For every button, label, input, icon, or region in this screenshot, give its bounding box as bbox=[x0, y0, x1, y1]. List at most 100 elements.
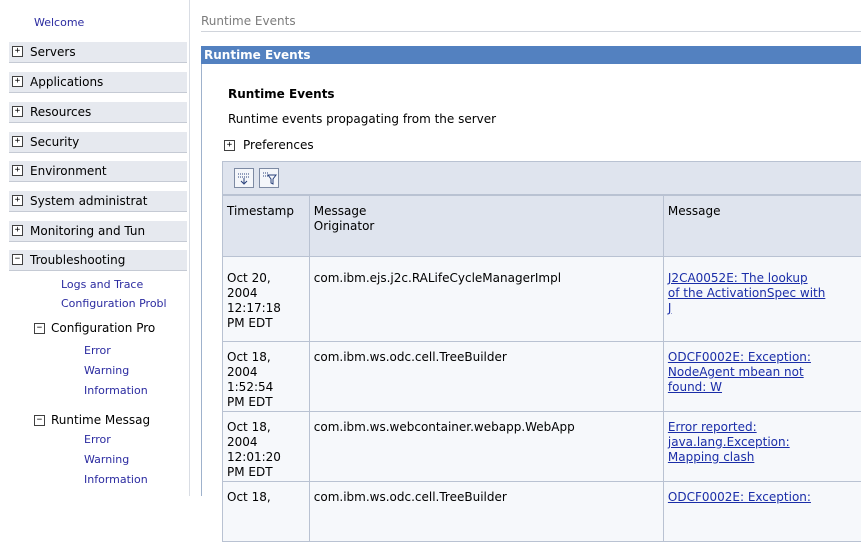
nav-security[interactable]: + Security bbox=[9, 131, 187, 153]
nav-label: Resources bbox=[30, 105, 91, 119]
timestamp-text: 1:52:54 bbox=[227, 380, 305, 395]
timestamp-text: 12:01:20 bbox=[227, 450, 305, 465]
nav-configuration-problems[interactable]: Configuration Probl bbox=[61, 297, 167, 310]
table-row: Oct 18, com.ibm.ws.odc.cell.TreeBuilder … bbox=[223, 482, 861, 542]
message-text: J2CA0052E: The lookup bbox=[668, 271, 808, 285]
expand-icon[interactable]: + bbox=[12, 225, 23, 236]
nav-label: Environment bbox=[30, 164, 107, 178]
message-text: ODCF0002E: Exception: bbox=[668, 490, 811, 504]
originator-cell: com.ibm.ws.odc.cell.TreeBuilder bbox=[309, 342, 663, 412]
column-header-message[interactable]: Message bbox=[663, 196, 861, 257]
originator-cell: com.ibm.ejs.j2c.RALifeCycleManagerImpl bbox=[309, 257, 663, 342]
header-label: Timestamp bbox=[223, 196, 309, 219]
timestamp-text: Oct 20, bbox=[227, 271, 305, 286]
message-cell: J2CA0052E: The lookupof the ActivationSp… bbox=[663, 257, 861, 342]
nav-runtime-information[interactable]: Information bbox=[84, 473, 148, 486]
nav-runtime-error[interactable]: Error bbox=[84, 433, 111, 446]
nav-servers[interactable]: + Servers bbox=[9, 41, 187, 63]
nav-runtime-warning[interactable]: Warning bbox=[84, 453, 129, 466]
panel-title-bar: Runtime Events bbox=[201, 46, 861, 64]
originator-text: com.ibm.ws.odc.cell.TreeBuilder bbox=[310, 482, 663, 505]
runtime-events-table: Timestamp MessageOriginator Message Oct … bbox=[222, 195, 861, 542]
message-text: of the ActivationSpec with bbox=[668, 286, 825, 300]
group-label: Configuration Pro bbox=[51, 321, 155, 335]
timestamp-text: Oct 18, bbox=[227, 350, 305, 365]
table-row: Oct 20, 2004 12:17:18 PM EDT com.ibm.ejs… bbox=[223, 257, 861, 342]
message-cell: ODCF0002E: Exception:NodeAgent mbean not… bbox=[663, 342, 861, 412]
originator-cell: com.ibm.ws.webcontainer.webapp.WebApp bbox=[309, 412, 663, 482]
message-text: java.lang.Exception: bbox=[668, 435, 790, 449]
breadcrumb-divider bbox=[201, 31, 861, 32]
message-link[interactable]: ODCF0002E: Exception: bbox=[668, 490, 811, 504]
group-label: Runtime Messag bbox=[51, 413, 150, 427]
originator-text: com.ibm.ws.webcontainer.webapp.WebApp bbox=[310, 412, 663, 435]
nav-label: Monitoring and Tun bbox=[30, 224, 145, 238]
nav-system-administration[interactable]: + System administrat bbox=[9, 190, 187, 212]
timestamp-text: PM EDT bbox=[227, 395, 305, 410]
timestamp-cell: Oct 18, bbox=[223, 482, 310, 542]
breadcrumb: Runtime Events bbox=[201, 14, 296, 28]
nav-config-warning[interactable]: Warning bbox=[84, 364, 129, 377]
message-cell: Error reported:java.lang.Exception:Mappi… bbox=[663, 412, 861, 482]
collapse-icon[interactable]: − bbox=[34, 415, 45, 426]
nav-environment[interactable]: + Environment bbox=[9, 160, 187, 182]
timestamp-text: 2004 bbox=[227, 435, 305, 450]
nav-config-information[interactable]: Information bbox=[84, 384, 148, 397]
nav-applications[interactable]: + Applications bbox=[9, 71, 187, 93]
timestamp-text: 2004 bbox=[227, 365, 305, 380]
header-label: Originator bbox=[314, 219, 659, 234]
originator-text: com.ibm.ws.odc.cell.TreeBuilder bbox=[310, 342, 663, 365]
message-link[interactable]: Error reported:java.lang.Exception:Mappi… bbox=[668, 420, 790, 464]
table-header-row: Timestamp MessageOriginator Message bbox=[223, 196, 861, 257]
nav-label: Applications bbox=[30, 75, 103, 89]
expand-icon[interactable]: + bbox=[12, 106, 23, 117]
message-text: ODCF0002E: Exception: bbox=[668, 350, 811, 364]
message-cell: ODCF0002E: Exception: bbox=[663, 482, 861, 542]
filter-rows-icon bbox=[236, 170, 252, 186]
message-link[interactable]: J2CA0052E: The lookupof the ActivationSp… bbox=[668, 271, 825, 315]
collapse-icon[interactable]: − bbox=[34, 323, 45, 334]
clear-filter-button[interactable] bbox=[259, 168, 279, 188]
nav-label: System administrat bbox=[30, 194, 147, 208]
expand-icon[interactable]: + bbox=[12, 195, 23, 206]
header-label: Message bbox=[314, 204, 659, 219]
nav-resources[interactable]: + Resources bbox=[9, 101, 187, 123]
nav-label: Security bbox=[30, 135, 79, 149]
preferences-toggle[interactable]: + Preferences bbox=[224, 138, 314, 152]
navigation-sidebar: Welcome + Servers + Applications + Resou… bbox=[0, 0, 190, 496]
nav-label: Servers bbox=[30, 45, 76, 59]
nav-logs-and-trace[interactable]: Logs and Trace bbox=[61, 278, 143, 291]
expand-icon[interactable]: + bbox=[12, 76, 23, 87]
expand-icon[interactable]: + bbox=[12, 165, 23, 176]
welcome-link[interactable]: Welcome bbox=[34, 16, 84, 29]
nav-config-error[interactable]: Error bbox=[84, 344, 111, 357]
section-description: Runtime events propagating from the serv… bbox=[228, 112, 496, 126]
originator-cell: com.ibm.ws.odc.cell.TreeBuilder bbox=[309, 482, 663, 542]
expand-icon[interactable]: + bbox=[12, 46, 23, 57]
timestamp-cell: Oct 18, 2004 1:52:54 PM EDT bbox=[223, 342, 310, 412]
timestamp-text: 12:17:18 bbox=[227, 301, 305, 316]
table-row: Oct 18, 2004 12:01:20 PM EDT com.ibm.ws.… bbox=[223, 412, 861, 482]
nav-configuration-problems-group[interactable]: −Configuration Pro bbox=[34, 321, 189, 335]
preferences-label: Preferences bbox=[243, 138, 314, 152]
nav-monitoring-and-tuning[interactable]: + Monitoring and Tun bbox=[9, 220, 187, 242]
table-row: Oct 18, 2004 1:52:54 PM EDT com.ibm.ws.o… bbox=[223, 342, 861, 412]
timestamp-text: Oct 18, bbox=[227, 490, 305, 505]
expand-icon[interactable]: + bbox=[12, 136, 23, 147]
table-toolbar bbox=[222, 161, 861, 195]
nav-runtime-messages-group[interactable]: −Runtime Messag bbox=[34, 413, 189, 427]
collapse-icon[interactable]: − bbox=[12, 254, 23, 265]
expand-icon[interactable]: + bbox=[224, 140, 235, 151]
column-header-originator[interactable]: MessageOriginator bbox=[309, 196, 663, 257]
message-text: Error reported: bbox=[668, 420, 757, 434]
message-link[interactable]: ODCF0002E: Exception:NodeAgent mbean not… bbox=[668, 350, 811, 394]
message-text: NodeAgent mbean not bbox=[668, 365, 804, 379]
column-header-timestamp[interactable]: Timestamp bbox=[223, 196, 310, 257]
section-title: Runtime Events bbox=[228, 87, 335, 101]
message-text: Mapping clash bbox=[668, 450, 754, 464]
timestamp-text: PM EDT bbox=[227, 316, 305, 331]
timestamp-text: PM EDT bbox=[227, 465, 305, 480]
message-text: found: W bbox=[668, 380, 722, 394]
show-filter-button[interactable] bbox=[234, 168, 254, 188]
nav-troubleshooting[interactable]: − Troubleshooting bbox=[9, 249, 187, 271]
